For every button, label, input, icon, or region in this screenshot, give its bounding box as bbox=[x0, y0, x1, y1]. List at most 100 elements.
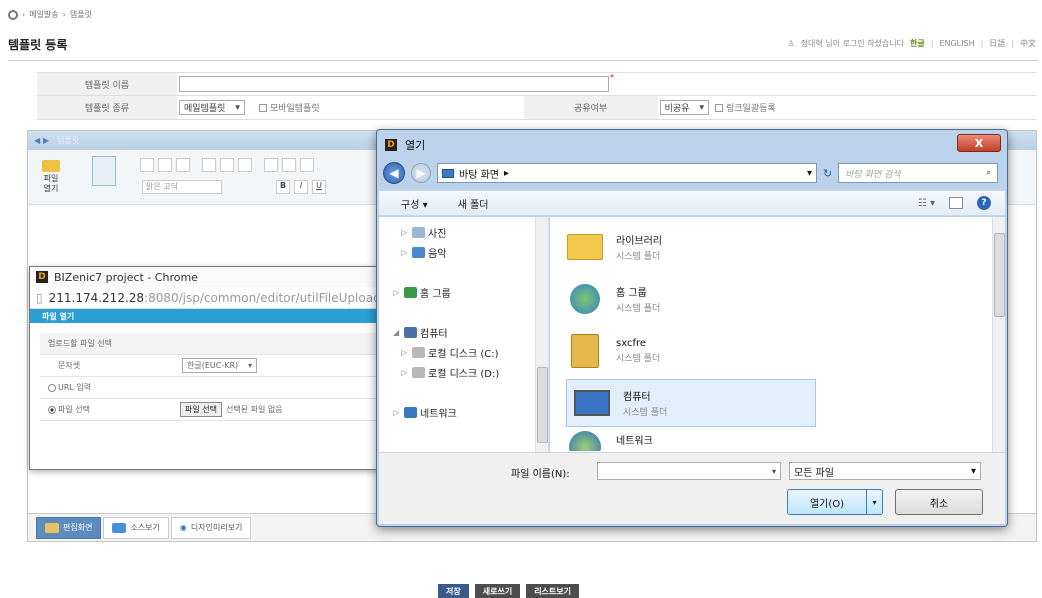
lang-korean[interactable]: 한글 bbox=[910, 38, 925, 49]
computer-icon bbox=[404, 327, 417, 338]
open-button[interactable]: 열기(O) ▾ bbox=[787, 489, 883, 515]
refresh-icon[interactable]: ↻ bbox=[823, 167, 832, 180]
numbered-list-icon[interactable] bbox=[282, 158, 296, 172]
popup-header: 파일 열기 bbox=[30, 309, 394, 323]
chevron-down-icon[interactable]: ▾ bbox=[866, 490, 882, 514]
tab-source[interactable]: 소스보기 bbox=[103, 516, 169, 539]
font-select[interactable]: 맑은 고딕 bbox=[142, 180, 222, 194]
nav-item-network[interactable]: ▷ 네트워크 bbox=[393, 405, 457, 420]
computer-icon bbox=[571, 384, 613, 422]
file-open-button[interactable]: 파일 열기 bbox=[40, 160, 62, 194]
content-scrollbar[interactable] bbox=[992, 217, 1005, 452]
file-radio[interactable] bbox=[48, 405, 56, 414]
nav-item-pictures[interactable]: ▷ 사진 bbox=[401, 225, 446, 240]
link-bulk-checkbox[interactable]: 링크일괄등록 bbox=[715, 101, 776, 114]
file-item-network[interactable]: 네트워크 bbox=[564, 429, 814, 451]
popup-body: 업로드할 파일 선택 문자셋 한글(EUC-KR) ▾ URL 입력 파일 선택 … bbox=[30, 323, 394, 421]
document-icon[interactable] bbox=[92, 156, 116, 186]
tab-edit[interactable]: 편집화면 bbox=[36, 516, 102, 539]
paste-icon[interactable] bbox=[176, 158, 190, 172]
cancel-button[interactable]: 취소 bbox=[895, 489, 983, 515]
lang-chinese[interactable]: 中文 bbox=[1020, 38, 1036, 49]
type-label: 템플릿 종류 bbox=[37, 96, 177, 119]
filename-input[interactable]: ▾ bbox=[597, 462, 781, 480]
homegroup-icon bbox=[404, 287, 417, 298]
bold-icon[interactable]: B bbox=[276, 180, 290, 194]
align-right-icon[interactable] bbox=[238, 158, 252, 172]
popup-url-bar[interactable]: ▯ 211.174.212.28:8080/jsp/common/editor/… bbox=[30, 287, 394, 309]
file-item-user[interactable]: sxcfre 시스템 폴더 bbox=[564, 327, 814, 375]
folder-icon bbox=[42, 160, 60, 172]
cut-icon[interactable] bbox=[140, 158, 154, 172]
reset-button[interactable]: 새로쓰기 bbox=[474, 584, 521, 598]
align-left-icon[interactable] bbox=[202, 158, 216, 172]
template-type-select[interactable]: 메일템플릿 ▾ bbox=[179, 100, 245, 115]
home-icon[interactable] bbox=[8, 9, 18, 20]
indent-icon[interactable] bbox=[300, 158, 314, 172]
music-icon bbox=[412, 247, 425, 258]
divider bbox=[8, 60, 1038, 61]
html-icon bbox=[112, 522, 127, 533]
nav-item-music[interactable]: ▷ 음악 bbox=[401, 245, 446, 260]
scrollbar-thumb[interactable] bbox=[537, 367, 548, 443]
chevron-down-icon: ▾ bbox=[235, 102, 240, 113]
nav-item-drive-d[interactable]: ▷ 로컬 디스크 (D:) bbox=[401, 365, 499, 380]
navigation-pane: ▷ 사진 ▷ 음악 ▷ 홈 그룹 ◢ 컴퓨터 ▷ 로컬 디스크 (C:) ▷ 로컬 디스크 … bbox=[379, 217, 549, 452]
file-item-libraries[interactable]: 라이브러리 시스템 폴더 bbox=[564, 223, 814, 271]
view-options-icon[interactable]: ☷ ▾ bbox=[918, 198, 935, 209]
file-item-homegroup[interactable]: 홈 그룹 시스템 폴더 bbox=[564, 275, 814, 323]
new-folder-button[interactable]: 새 폴더 bbox=[458, 196, 489, 211]
eye-icon: ◉ bbox=[179, 523, 187, 532]
breadcrumb-item[interactable]: 템플릿 bbox=[70, 9, 92, 20]
chevron-down-icon: ▾ bbox=[771, 466, 776, 476]
name-row: 템플릿 이름 * bbox=[37, 72, 1037, 96]
tab-preview[interactable]: ◉ 디자인미리보기 bbox=[170, 516, 252, 539]
search-input[interactable]: 바탕 화면 검색 ⌕ bbox=[838, 163, 999, 183]
user-folder-icon bbox=[564, 332, 606, 370]
required-mark: * bbox=[610, 73, 614, 82]
nav-scrollbar[interactable] bbox=[535, 217, 548, 452]
list-view-button[interactable]: 리스트보기 bbox=[526, 584, 579, 598]
file-row: 파일 선택 파일 선택 선택된 파일 없음 bbox=[40, 399, 384, 421]
save-button[interactable]: 저장 bbox=[438, 584, 469, 598]
chrome-popup: D BIZenic7 project - Chrome ▯ 211.174.21… bbox=[29, 266, 395, 470]
charset-select[interactable]: 한글(EUC-KR) ▾ bbox=[182, 358, 258, 373]
close-button[interactable]: X bbox=[957, 134, 1001, 152]
copy-icon[interactable] bbox=[158, 158, 172, 172]
file-type-select[interactable]: 모든 파일 ▾ bbox=[789, 462, 981, 480]
url-row: URL 입력 bbox=[40, 377, 384, 399]
forward-icon[interactable]: ▶ bbox=[411, 163, 431, 183]
chevron-down-icon[interactable]: ▾ bbox=[807, 168, 816, 179]
italic-icon[interactable]: I bbox=[294, 180, 308, 194]
organize-button[interactable]: 구성 ▾ bbox=[401, 196, 428, 211]
charset-row: 문자셋 한글(EUC-KR) ▾ bbox=[40, 355, 384, 377]
login-text: 정대혁 님이 로그인 하셨습니다 bbox=[800, 39, 904, 48]
help-icon[interactable]: ? bbox=[977, 196, 991, 210]
libraries-icon bbox=[564, 228, 606, 266]
nav-item-drive-c[interactable]: ▷ 로컬 디스크 (C:) bbox=[401, 345, 499, 360]
file-item-computer[interactable]: 컴퓨터 시스템 폴더 bbox=[566, 379, 816, 427]
url-radio[interactable] bbox=[48, 383, 56, 392]
list-icon[interactable] bbox=[264, 158, 278, 172]
scrollbar-thumb[interactable] bbox=[994, 233, 1005, 317]
network-icon bbox=[404, 407, 417, 418]
choose-file-button[interactable]: 파일 선택 bbox=[180, 402, 222, 417]
mobile-template-checkbox[interactable]: 모바일템플릿 bbox=[258, 101, 320, 114]
address-bar[interactable]: 바탕 화면 ▸ ▾ bbox=[437, 163, 817, 183]
back-arrow-icon[interactable]: ◀ ▶ bbox=[34, 136, 49, 145]
share-select[interactable]: 비공유 ▾ bbox=[659, 100, 709, 115]
nav-item-homegroup[interactable]: ▷ 홈 그룹 bbox=[393, 285, 451, 300]
chevron-down-icon: ▾ bbox=[699, 102, 704, 113]
page-title: 템플릿 등록 bbox=[8, 38, 68, 52]
app-logo-icon: D bbox=[385, 139, 397, 151]
template-name-input[interactable]: * bbox=[179, 73, 614, 92]
lang-english[interactable]: ENGLISH bbox=[939, 39, 974, 48]
underline-icon[interactable]: U bbox=[312, 180, 326, 194]
lang-japanese[interactable]: 日語 bbox=[989, 38, 1005, 49]
breadcrumb-item[interactable]: 메일발송 bbox=[29, 9, 58, 20]
nav-item-computer[interactable]: ◢ 컴퓨터 bbox=[393, 325, 448, 340]
align-center-icon[interactable] bbox=[220, 158, 234, 172]
back-icon[interactable]: ◀ bbox=[383, 162, 405, 184]
chevron-down-icon: ▾ bbox=[248, 361, 253, 370]
preview-pane-icon[interactable] bbox=[949, 197, 963, 209]
